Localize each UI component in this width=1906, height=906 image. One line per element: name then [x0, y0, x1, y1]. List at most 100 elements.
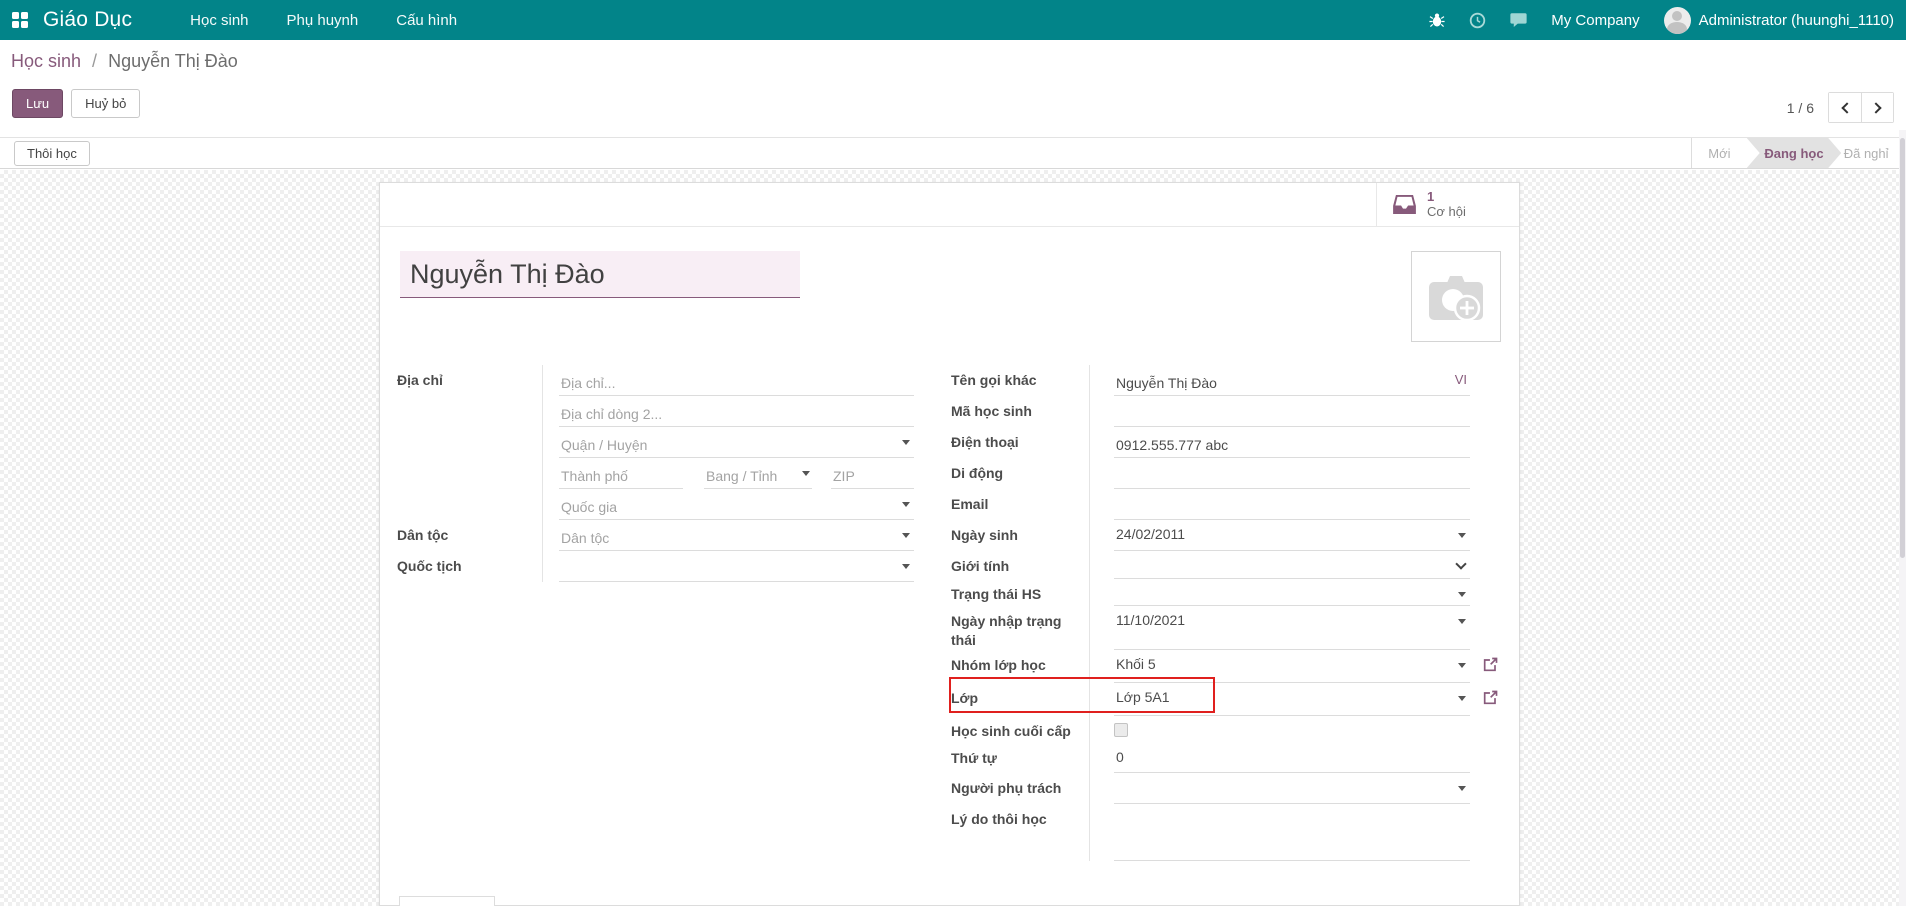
grid-square	[21, 21, 28, 28]
dropdown-caret-icon[interactable]	[1458, 696, 1466, 701]
street2-input[interactable]	[559, 396, 914, 426]
manager-value[interactable]	[1114, 773, 1470, 803]
class-group-label: Nhóm lớp học	[951, 650, 1089, 683]
notebook-tab-partial[interactable]	[399, 896, 495, 906]
field-row-manager: Người phụ trách	[951, 773, 1513, 804]
student-status-value[interactable]	[1114, 579, 1470, 605]
menu-parents[interactable]: Phụ huynh	[287, 12, 359, 29]
apps-grid-icon[interactable]	[12, 12, 28, 28]
vertical-scrollbar[interactable]	[1899, 130, 1906, 906]
details-group: Tên gọi khác VI Mã học sinh Điện thoại D…	[951, 365, 1513, 861]
drop-out-button[interactable]: Thôi học	[14, 141, 90, 166]
nationality-input[interactable]	[559, 551, 914, 581]
dropdown-caret-icon[interactable]	[1458, 619, 1466, 624]
pager-value[interactable]: 1 / 6	[1787, 100, 1814, 116]
breadcrumb-separator: /	[92, 51, 97, 71]
stat-value: 1	[1427, 190, 1466, 205]
phone-input[interactable]	[1114, 427, 1470, 457]
dropdown-caret-icon[interactable]	[1458, 663, 1466, 668]
field-row-phone: Điện thoại	[951, 427, 1513, 458]
class-group-value[interactable]: Khối 5	[1114, 650, 1470, 682]
content-area: 1 Cơ hội Địa chỉ	[0, 170, 1899, 906]
activities-clock-icon[interactable]	[1469, 12, 1486, 29]
sequence-value[interactable]: 0	[1114, 743, 1470, 772]
field-row-final-year: Học sinh cuối cấp	[951, 716, 1513, 743]
country-input[interactable]	[559, 489, 914, 519]
phone-label: Điện thoại	[951, 427, 1089, 458]
ethnicity-input[interactable]	[559, 520, 914, 550]
form-sheet: 1 Cơ hội Địa chỉ	[379, 182, 1520, 906]
external-link-icon[interactable]	[1483, 690, 1498, 716]
field-row-ethnicity: Dân tộc	[397, 520, 915, 551]
nickname-input[interactable]	[1114, 365, 1470, 395]
grid-square	[21, 12, 28, 19]
mobile-label: Di động	[951, 458, 1089, 489]
form-action-buttons: Lưu Huỷ bỏ	[12, 89, 140, 118]
chevron-left-icon	[1841, 102, 1852, 113]
final-year-checkbox[interactable]	[1114, 723, 1128, 737]
student-code-input[interactable]	[1114, 396, 1470, 426]
dropdown-caret-icon[interactable]	[1458, 592, 1466, 597]
field-row-nationality: Quốc tịch	[397, 551, 915, 582]
mobile-input[interactable]	[1114, 458, 1470, 488]
stat-label: Cơ hội	[1427, 205, 1466, 220]
dropdown-caret-icon[interactable]	[902, 533, 910, 538]
field-row-city-state-zip	[397, 458, 915, 489]
empty-label	[397, 489, 542, 520]
manager-label: Người phụ trách	[951, 773, 1089, 804]
field-row-birthdate: Ngày sinh 24/02/2011	[951, 520, 1513, 551]
save-button[interactable]: Lưu	[12, 89, 63, 118]
user-avatar	[1664, 7, 1691, 34]
street-input[interactable]	[559, 365, 914, 395]
messages-chat-icon[interactable]	[1510, 12, 1527, 28]
leave-reason-label: Lý do thôi học	[951, 804, 1089, 861]
gender-label: Giới tính	[951, 551, 1089, 579]
dropdown-caret-icon[interactable]	[1458, 533, 1466, 538]
sheet-header: 1 Cơ hội	[380, 183, 1519, 227]
dropdown-caret-icon[interactable]	[902, 440, 910, 445]
company-switcher[interactable]: My Company	[1551, 12, 1639, 29]
empty-label	[397, 458, 542, 489]
breadcrumb-parent[interactable]: Học sinh	[11, 51, 81, 71]
leave-reason-value[interactable]	[1114, 804, 1470, 860]
app-brand[interactable]: Giáo Dục	[43, 8, 132, 32]
pager-next-button[interactable]	[1861, 93, 1893, 122]
dropdown-caret-icon[interactable]	[802, 471, 810, 476]
scrollbar-thumb[interactable]	[1900, 138, 1905, 558]
discard-button[interactable]: Huỷ bỏ	[71, 89, 140, 118]
state-input[interactable]	[704, 458, 812, 488]
zip-input[interactable]	[831, 458, 914, 488]
breadcrumb-current: Nguyễn Thị Đào	[108, 51, 238, 71]
translate-button[interactable]: VI	[1455, 372, 1467, 387]
birthdate-label: Ngày sinh	[951, 520, 1089, 551]
menu-students[interactable]: Học sinh	[190, 12, 248, 29]
field-row-street: Địa chỉ	[397, 365, 915, 396]
status-step-studying[interactable]: Đang học	[1747, 138, 1842, 168]
menu-settings[interactable]: Cấu hình	[396, 12, 457, 29]
external-link-icon[interactable]	[1483, 657, 1498, 683]
field-row-sequence: Thứ tự 0	[951, 743, 1513, 773]
district-input[interactable]	[559, 427, 914, 457]
city-input[interactable]	[559, 458, 683, 488]
opportunity-stat-button[interactable]: 1 Cơ hội	[1376, 183, 1519, 226]
chevron-right-icon	[1870, 102, 1881, 113]
class-value[interactable]: Lớp 5A1	[1114, 683, 1470, 715]
user-menu[interactable]: Administrator (huunghi_1110)	[1664, 7, 1894, 34]
student-name-input[interactable]	[400, 251, 800, 298]
debug-bug-icon[interactable]	[1429, 12, 1445, 28]
birthdate-value[interactable]: 24/02/2011	[1114, 520, 1470, 550]
class-label: Lớp	[951, 683, 1089, 716]
pager-previous-button[interactable]	[1829, 93, 1861, 122]
dropdown-caret-icon[interactable]	[902, 564, 910, 569]
status-steps: Mới Đang học Đã nghỉ	[1691, 138, 1899, 168]
email-input[interactable]	[1114, 489, 1470, 519]
status-step-new[interactable]: Mới	[1692, 138, 1747, 168]
dropdown-caret-icon[interactable]	[1458, 786, 1466, 791]
status-step-left[interactable]: Đã nghỉ	[1841, 138, 1899, 168]
dropdown-caret-icon[interactable]	[902, 502, 910, 507]
status-date-value[interactable]: 11/10/2021	[1114, 606, 1470, 649]
gender-value[interactable]	[1114, 551, 1470, 578]
final-year-label: Học sinh cuối cấp	[951, 716, 1089, 743]
grid-square	[12, 21, 19, 28]
photo-placeholder[interactable]	[1411, 251, 1501, 342]
